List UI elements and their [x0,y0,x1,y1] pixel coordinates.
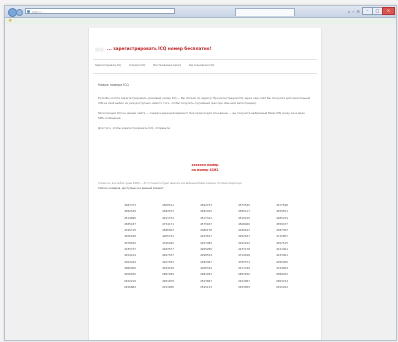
forward-button[interactable] [16,9,23,16]
numbers-list-title: Список номеров, доступных на данный моме… [98,187,165,190]
toolbar-icons[interactable]: ⌂ ☆ ⚙ [348,9,360,14]
article-paragraph: Для того, чтобы зарегистрировать ICQ, от… [98,126,171,130]
article-paragraph: Регистрация ICQ на нашем сайте — самый н… [98,111,305,120]
icq-number[interactable]: 2015252 [263,284,301,290]
nav-divider [93,73,317,74]
page-icon [27,10,30,13]
sms-promo: xxxxxxx номер на номер 4161 [89,163,321,173]
nav-link-recover[interactable]: Восстановление пароля [153,64,181,67]
price-info: Стоимость, для любой суммы 500KV — Это! … [98,182,243,185]
address-bar[interactable]: http://... [25,8,175,14]
address-text: http://... [32,10,45,14]
browser-titlebar: http://... ⌂ ☆ ⚙ – □ × [5,6,396,18]
nav-link-register[interactable]: Зарегистрировать ICQ [95,64,121,67]
icq-number[interactable]: 2913200 [149,284,187,290]
icq-number[interactable]: 3525133 [187,284,225,290]
site-logo-icon[interactable]: ◎◎ [95,46,107,54]
browser-window: http://... ⌂ ☆ ⚙ – □ × ★ ◎◎ ... зарегист… [4,5,397,341]
promo-line-2: на номер 4161 [191,168,219,172]
article: Новые номера ICQ Если Вы хотите зарегист… [98,83,312,136]
site-nav: Зарегистрировать ICQ О проекте ICQ Восст… [95,63,317,69]
numbers-grid: 4581373 4560511 4592733 4573525 4577548 45825… [111,202,301,290]
header-divider [93,59,317,60]
page-viewport[interactable]: ◎◎ ... зарегистрировать ICQ номер беспла… [5,24,396,340]
close-button[interactable]: × [382,7,395,15]
icq-number[interactable]: 2016802 [111,284,149,290]
nav-link-about[interactable]: О проекте ICQ [129,64,145,67]
site-header: ◎◎ ... зарегистрировать ICQ номер беспла… [93,45,317,57]
web-page: ◎◎ ... зарегистрировать ICQ номер беспла… [88,28,322,340]
article-paragraph: Если Вы хотите зарегистрировать красивый… [98,96,311,105]
numbers-row: 2016802 2913200 3525133 2033055 2015252 [111,284,301,290]
nav-link-howto[interactable]: Как пользоваться ICQ [189,64,214,67]
article-heading: Новые номера ICQ [98,83,129,87]
icq-number[interactable]: 2033055 [225,284,263,290]
browser-tab[interactable] [235,8,295,16]
site-title: ... зарегистрировать ICQ номер бесплатно… [107,46,212,51]
